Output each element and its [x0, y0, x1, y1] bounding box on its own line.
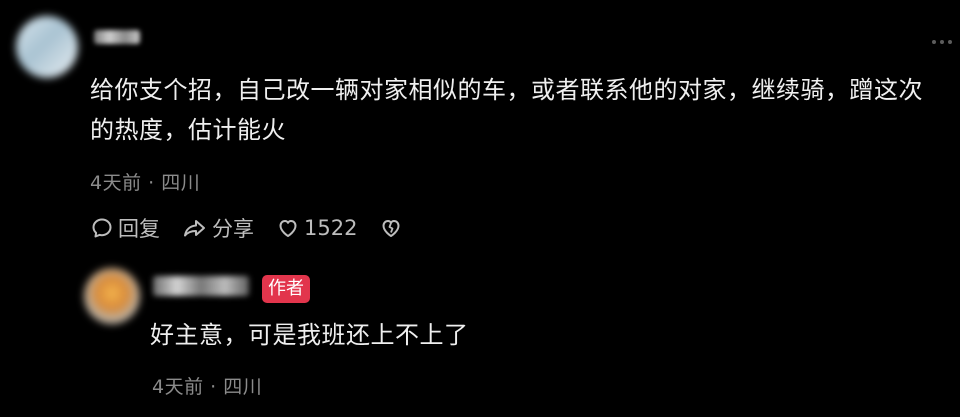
- like-button[interactable]: 1522: [276, 216, 357, 240]
- dislike-button[interactable]: [379, 216, 407, 240]
- share-label: 分享: [212, 217, 254, 241]
- reply-text: 好主意，可是我班还上不上了: [150, 321, 469, 349]
- reply-label: 回复: [118, 217, 160, 241]
- reply-button[interactable]: 回复: [90, 213, 160, 243]
- comment-actions: 回复 分享 1522: [90, 212, 429, 244]
- share-arrow-icon: [184, 220, 205, 237]
- author-badge: 作者: [262, 275, 310, 303]
- broken-heart-icon: [382, 220, 400, 237]
- avatar[interactable]: [84, 268, 140, 324]
- comment-item: 给你支个招，自己改一辆对家相似的车，或者联系他的对家，继续骑，蹭这次的热度，估计…: [0, 0, 960, 260]
- username-blurred[interactable]: [153, 276, 249, 296]
- like-count: 1522: [304, 216, 358, 240]
- comment-text: 给你支个招，自己改一辆对家相似的车，或者联系他的对家，继续骑，蹭这次的热度，估计…: [90, 76, 923, 144]
- more-dots-icon[interactable]: [932, 40, 952, 44]
- comment-bubble-icon: [92, 218, 112, 238]
- share-button[interactable]: 分享: [182, 213, 254, 243]
- avatar[interactable]: [16, 16, 78, 78]
- reply-meta: 4天前 · 四川: [152, 376, 263, 398]
- heart-icon: [279, 220, 297, 237]
- reply-item: 作者 好主意，可是我班还上不上了 4天前 · 四川: [0, 260, 960, 417]
- comment-meta: 4天前 · 四川: [90, 172, 201, 194]
- username-blurred[interactable]: [94, 30, 140, 44]
